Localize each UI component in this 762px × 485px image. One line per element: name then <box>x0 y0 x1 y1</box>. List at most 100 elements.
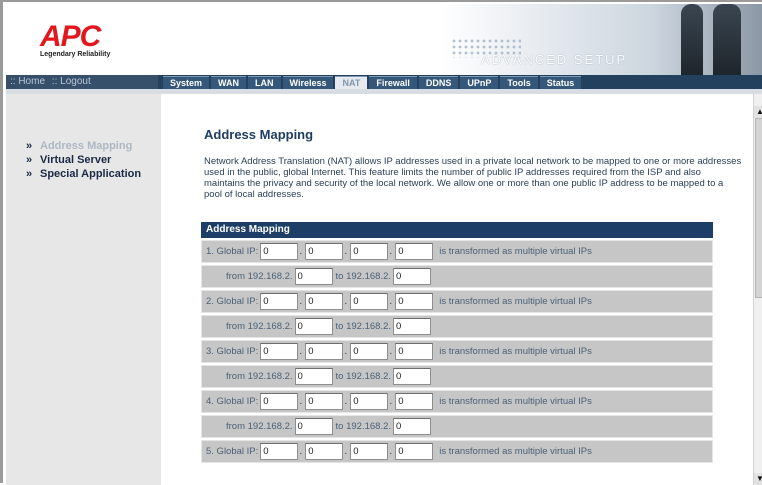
global-ip-octet-2[interactable] <box>305 393 344 410</box>
ip-dot-separator: . <box>299 446 303 457</box>
sidebar-item-address-mapping[interactable]: » Address Mapping <box>26 139 141 153</box>
banner-title: ADVANCED SETUP <box>481 52 628 67</box>
local-range-row: from 192.168.2. to 192.168.2. <box>201 415 713 438</box>
transform-text: is transformed as multiple virtual IPs <box>439 446 592 457</box>
global-ip-octet-3[interactable] <box>350 293 389 310</box>
to-label: to 192.168.2. <box>335 371 392 382</box>
tab-status[interactable]: Status <box>539 76 582 89</box>
from-label: from 192.168.2. <box>226 321 293 332</box>
local-range-row: from 192.168.2. to 192.168.2. <box>201 265 713 288</box>
browser-frame: APC Legendary Reliability ADVANCED SETUP… <box>0 0 762 485</box>
header: APC Legendary Reliability ADVANCED SETUP <box>6 4 762 75</box>
vertical-scrollbar[interactable]: ▲ ▼ <box>753 94 762 485</box>
global-ip-label: 3. Global IP: <box>206 346 259 357</box>
scroll-up-icon[interactable]: ▲ <box>754 106 762 118</box>
global-ip-row: 5. Global IP:... is transformed as multip… <box>201 440 713 463</box>
chevron-right-icon: » <box>26 168 33 180</box>
sidebar-item-special-application[interactable]: » Special Application <box>26 167 141 181</box>
global-ip-row: 3. Global IP:... is transformed as multip… <box>201 340 713 363</box>
global-ip-octet-1[interactable] <box>260 443 299 460</box>
chevron-right-icon: » <box>26 154 33 166</box>
range-start-input[interactable] <box>294 418 333 435</box>
global-ip-label: 4. Global IP: <box>206 396 259 407</box>
address-mapping-panel: Address Mapping 1. Global IP:... is trans… <box>201 222 713 463</box>
global-ip-octet-4[interactable] <box>395 343 434 360</box>
global-ip-octet-4[interactable] <box>395 393 434 410</box>
global-ip-octet-1[interactable] <box>260 293 299 310</box>
tab-wireless[interactable]: Wireless <box>282 76 334 89</box>
local-range-row: from 192.168.2. to 192.168.2. <box>201 315 713 338</box>
home-link[interactable]: :: Home <box>10 76 45 87</box>
ip-dot-separator: . <box>389 246 393 257</box>
ip-dot-separator: . <box>299 396 303 407</box>
logout-link[interactable]: :: Logout <box>52 76 91 87</box>
local-range-row: from 192.168.2. to 192.168.2. <box>201 365 713 388</box>
top-nav-bar: :: Home :: Logout System WAN LAN Wireless NA… <box>6 75 762 89</box>
advanced-setup-banner: ADVANCED SETUP <box>441 4 762 75</box>
panel-header: Address Mapping <box>201 222 713 238</box>
tab-system[interactable]: System <box>163 76 210 89</box>
ip-dot-separator: . <box>389 396 393 407</box>
global-ip-row: 4. Global IP:... is transformed as multip… <box>201 390 713 413</box>
global-ip-octet-4[interactable] <box>395 243 434 260</box>
global-ip-octet-1[interactable] <box>260 243 299 260</box>
page-title: Address Mapping <box>204 127 314 142</box>
range-end-input[interactable] <box>393 268 432 285</box>
global-ip-octet-3[interactable] <box>350 343 389 360</box>
scroll-down-icon[interactable]: ▼ <box>754 473 762 485</box>
transform-text: is transformed as multiple virtual IPs <box>439 246 592 257</box>
sidebar-item-label: Special Application <box>40 168 142 180</box>
global-ip-octet-3[interactable] <box>350 443 389 460</box>
scroll-thumb[interactable] <box>755 118 762 298</box>
range-start-input[interactable] <box>294 318 333 335</box>
tab-lan[interactable]: LAN <box>248 76 281 89</box>
ip-dot-separator: . <box>344 446 348 457</box>
ip-dot-separator: . <box>299 346 303 357</box>
to-label: to 192.168.2. <box>335 321 392 332</box>
transform-text: is transformed as multiple virtual IPs <box>439 346 592 357</box>
global-ip-octet-1[interactable] <box>260 393 299 410</box>
range-end-input[interactable] <box>393 368 432 385</box>
transform-text: is transformed as multiple virtual IPs <box>439 296 592 307</box>
range-start-input[interactable] <box>294 368 333 385</box>
ip-dot-separator: . <box>299 296 303 307</box>
global-ip-row: 1. Global IP:... is transformed as multip… <box>201 240 713 263</box>
global-ip-octet-2[interactable] <box>305 443 344 460</box>
global-ip-octet-2[interactable] <box>305 343 344 360</box>
global-ip-octet-3[interactable] <box>350 393 389 410</box>
tab-tools[interactable]: Tools <box>500 76 538 89</box>
range-end-input[interactable] <box>393 318 432 335</box>
ip-dot-separator: . <box>344 396 348 407</box>
banner-person-silhouette <box>681 4 703 75</box>
transform-text: is transformed as multiple virtual IPs <box>439 396 592 407</box>
tab-ddns[interactable]: DDNS <box>418 76 459 89</box>
ip-dot-separator: . <box>389 346 393 357</box>
from-label: from 192.168.2. <box>226 371 293 382</box>
to-label: to 192.168.2. <box>335 421 392 432</box>
tab-upnp[interactable]: UPnP <box>460 76 499 89</box>
apc-logo: APC Legendary Reliability <box>24 8 144 64</box>
global-ip-octet-3[interactable] <box>350 243 389 260</box>
global-ip-label: 1. Global IP: <box>206 246 259 257</box>
mapping-rows: 1. Global IP:... is transformed as multip… <box>201 240 713 463</box>
ip-dot-separator: . <box>299 246 303 257</box>
logo-text: APC <box>40 20 101 53</box>
banner-person-silhouette <box>713 4 741 75</box>
global-ip-octet-2[interactable] <box>305 243 344 260</box>
to-label: to 192.168.2. <box>335 271 392 282</box>
tab-nat[interactable]: NAT <box>335 76 368 89</box>
global-ip-octet-2[interactable] <box>305 293 344 310</box>
tab-wan[interactable]: WAN <box>211 76 247 89</box>
chevron-right-icon: » <box>26 140 33 152</box>
page-description: Network Address Translation (NAT) allows… <box>204 156 742 200</box>
global-ip-octet-4[interactable] <box>395 293 434 310</box>
sidebar-item-virtual-server[interactable]: » Virtual Server <box>26 153 141 167</box>
sidebar-item-label: Virtual Server <box>40 154 112 166</box>
ip-dot-separator: . <box>389 446 393 457</box>
range-start-input[interactable] <box>294 268 333 285</box>
global-ip-octet-1[interactable] <box>260 343 299 360</box>
tab-firewall[interactable]: Firewall <box>369 76 417 89</box>
from-label: from 192.168.2. <box>226 421 293 432</box>
range-end-input[interactable] <box>393 418 432 435</box>
global-ip-octet-4[interactable] <box>395 443 434 460</box>
